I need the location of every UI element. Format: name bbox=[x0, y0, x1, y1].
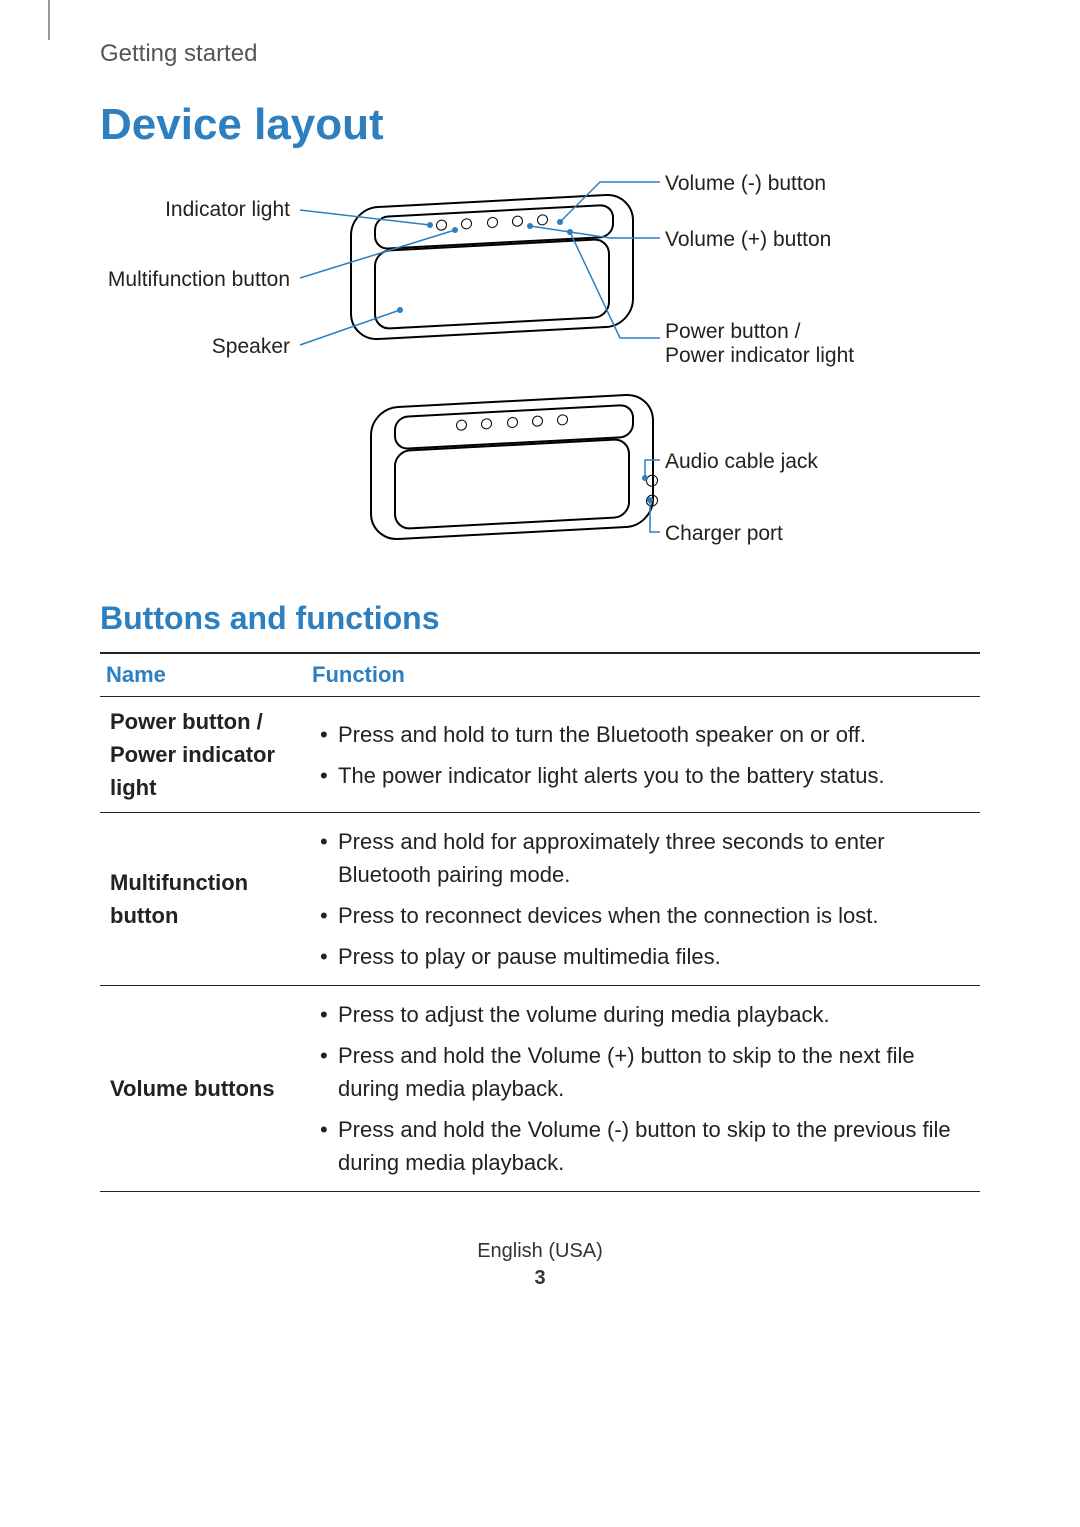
label-charger-port: Charger port bbox=[665, 522, 783, 546]
table-row: Power button / Power indicator light Pre… bbox=[100, 697, 980, 813]
footer-language: English (USA) bbox=[477, 1240, 603, 1262]
speaker-side-illustration bbox=[370, 393, 654, 542]
label-power-button: Power button / Power indicator light bbox=[665, 320, 865, 368]
table-header-name: Name bbox=[100, 653, 306, 697]
row-name: Volume buttons bbox=[100, 986, 306, 1192]
bullet: Press and hold for approximately three s… bbox=[316, 821, 970, 895]
bullet: Press and hold to turn the Bluetooth spe… bbox=[316, 714, 970, 755]
margin-rule bbox=[48, 0, 50, 40]
table-header-function: Function bbox=[306, 653, 980, 697]
bullet: The power indicator light alerts you to … bbox=[316, 755, 970, 796]
row-function: Press and hold for approximately three s… bbox=[306, 813, 980, 986]
section-title: Buttons and functions bbox=[100, 600, 440, 637]
row-name: Power button / Power indicator light bbox=[100, 697, 306, 813]
bullet: Press and hold the Volume (-) button to … bbox=[316, 1109, 970, 1183]
row-function: Press to adjust the volume during media … bbox=[306, 986, 980, 1192]
functions-table: Name Function Power button / Power indic… bbox=[100, 652, 980, 1192]
label-volume-minus: Volume (-) button bbox=[665, 172, 826, 196]
breadcrumb: Getting started bbox=[100, 40, 257, 68]
row-name: Multifunction button bbox=[100, 813, 306, 986]
bullet: Press to play or pause multimedia files. bbox=[316, 936, 970, 977]
device-diagram: Indicator light Multifunction button Spe… bbox=[100, 160, 980, 580]
table-row: Volume buttons Press to adjust the volum… bbox=[100, 986, 980, 1192]
label-volume-plus: Volume (+) button bbox=[665, 228, 831, 252]
page-footer: English (USA) 3 bbox=[0, 1240, 1080, 1290]
page-title: Device layout bbox=[100, 100, 384, 150]
bullet: Press to reconnect devices when the conn… bbox=[316, 895, 970, 936]
label-multifunction-button: Multifunction button bbox=[100, 268, 290, 292]
footer-page-number: 3 bbox=[0, 1267, 1080, 1290]
table-row: Multifunction button Press and hold for … bbox=[100, 813, 980, 986]
label-indicator-light: Indicator light bbox=[100, 198, 290, 222]
label-speaker: Speaker bbox=[100, 335, 290, 359]
bullet: Press to adjust the volume during media … bbox=[316, 994, 970, 1035]
row-function: Press and hold to turn the Bluetooth spe… bbox=[306, 697, 980, 813]
speaker-front-illustration bbox=[350, 193, 634, 342]
bullet: Press and hold the Volume (+) button to … bbox=[316, 1035, 970, 1109]
label-audio-jack: Audio cable jack bbox=[665, 450, 818, 474]
